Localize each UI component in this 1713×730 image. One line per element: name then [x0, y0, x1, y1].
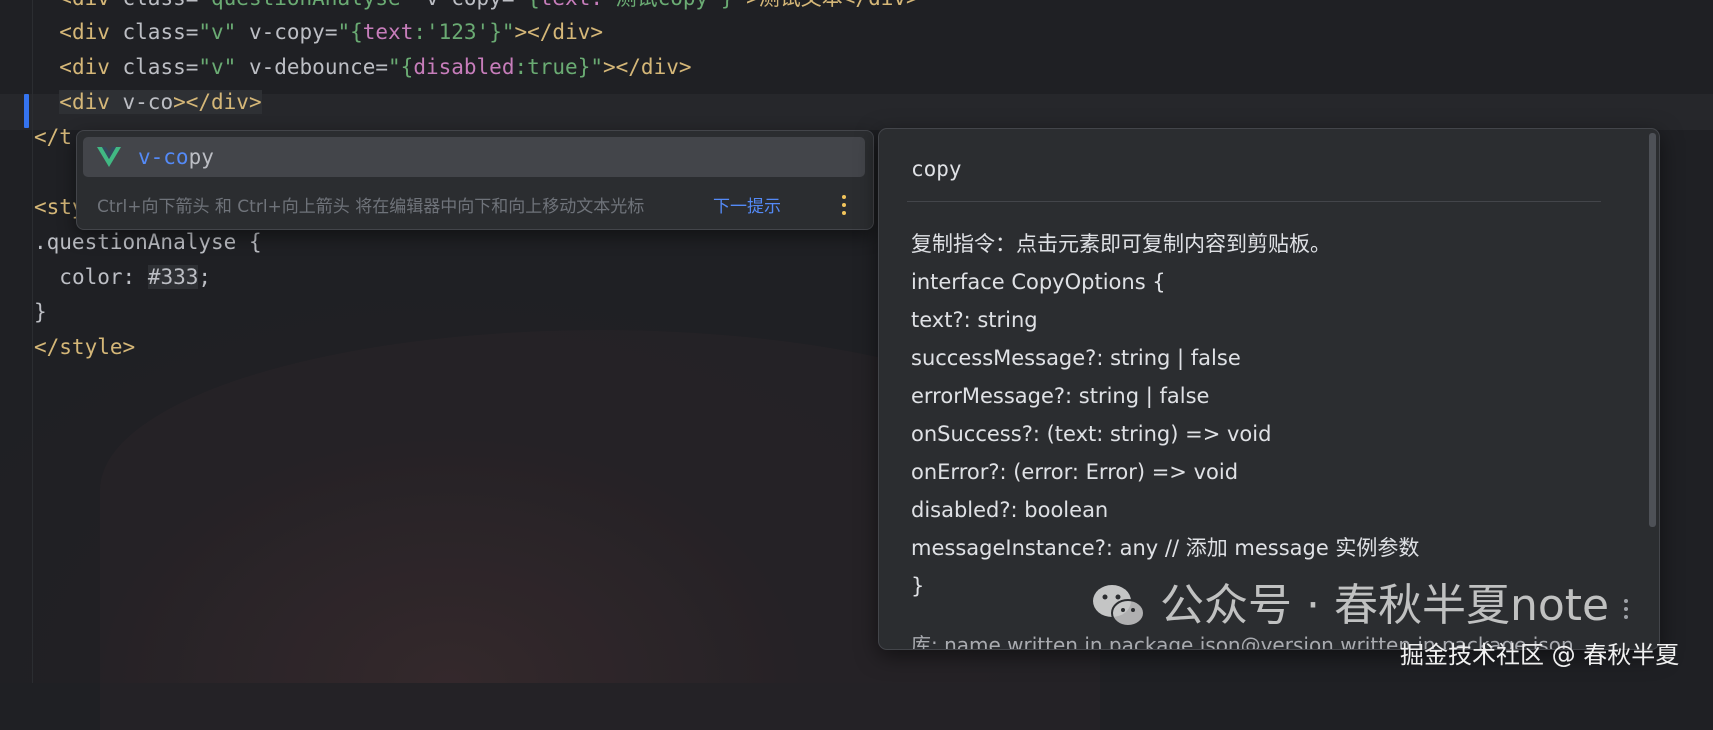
doc-line: } [911, 574, 925, 598]
code-token: class= [122, 55, 199, 79]
doc-more-icon[interactable] [1623, 599, 1629, 623]
gutter-divider [32, 0, 33, 683]
code-token: }" [721, 0, 746, 10]
completion-rest-text: py [188, 145, 214, 169]
doc-line: 复制指令：点击元素即可复制内容到剪贴板。 [911, 232, 1331, 256]
vue-icon [97, 147, 121, 167]
doc-line: onError?: (error: Error) => void [911, 460, 1239, 484]
code-token: "{ [337, 20, 363, 44]
code-token: ></div> [173, 90, 262, 114]
completion-item-label: v-copy [138, 137, 214, 177]
code-token: </style> [34, 335, 136, 359]
code-line[interactable]: <div class="v" v-copy="{text:'123'}"></d… [34, 14, 603, 50]
code-token: "{ [514, 0, 539, 10]
completion-match-text: v-co [138, 145, 189, 169]
code-token: <div [59, 20, 123, 44]
code-token: #333 [147, 265, 199, 289]
code-token: v-copy= [413, 0, 515, 10]
next-hint-link[interactable]: 下一提示 [713, 191, 781, 223]
code-token: color: [59, 265, 148, 289]
doc-line: messageInstance?: any // 添加 message 实例参数 [911, 536, 1420, 560]
code-token: <div [59, 0, 122, 10]
code-line[interactable]: <div v-co></div> [34, 84, 262, 120]
code-token: </t [34, 125, 72, 149]
code-token: class= [123, 0, 199, 10]
background-glow [0, 300, 1000, 683]
code-line[interactable]: <div class="v" v-debounce="{disabled:tru… [34, 49, 692, 85]
code-token: <div [59, 90, 123, 114]
code-token: v-copy= [236, 20, 338, 44]
completion-item-v-copy[interactable]: v-copy [83, 137, 865, 177]
doc-line: onSuccess?: (text: string) => void [911, 422, 1272, 446]
code-line[interactable]: } [34, 294, 47, 330]
code-line[interactable]: </t [34, 119, 72, 155]
code-token: v-co [122, 90, 174, 114]
documentation-popup: copy 复制指令：点击元素即可复制内容到剪贴板。 interface CopyO… [878, 128, 1660, 650]
code-token: ; [198, 265, 212, 289]
doc-scrollbar[interactable] [1649, 133, 1656, 527]
code-token: '测试copy' [603, 0, 721, 10]
code-token: text: [540, 0, 603, 10]
doc-line: interface CopyOptions { [911, 270, 1166, 294]
more-options-icon[interactable] [841, 195, 847, 219]
code-token: "v" [198, 20, 237, 44]
code-line[interactable]: color: #333; [34, 259, 211, 295]
code-token: ></div> [514, 20, 604, 44]
code-token: "v" [198, 55, 237, 79]
code-token: ></div> [603, 55, 692, 79]
code-token: class= [122, 20, 199, 44]
code-line[interactable]: </style> [34, 329, 135, 365]
doc-line: text?: string [911, 308, 1038, 332]
doc-line: disabled?: boolean [911, 498, 1109, 522]
doc-line: successMessage?: string | false [911, 346, 1241, 370]
code-token: v-debounce= [236, 55, 389, 79]
code-token: "{ [388, 55, 414, 79]
code-token: "questionAnalyse" [198, 0, 413, 10]
code-token: >测试文本</div> [746, 0, 919, 10]
completion-hint: Ctrl+向下箭头 和 Ctrl+向上箭头 将在编辑器中向下和向上移动文本光标 [97, 197, 645, 217]
doc-title: copy [911, 157, 962, 181]
doc-body: 复制指令：点击元素即可复制内容到剪贴板。 interface CopyOption… [911, 225, 1611, 605]
code-token: text [362, 20, 414, 44]
code-token: :'123'}" [413, 20, 515, 44]
code-token: } [34, 300, 47, 324]
doc-line: errorMessage?: string | false [911, 384, 1210, 408]
code-token: :true}" [514, 55, 603, 79]
completion-popup: v-copy Ctrl+向下箭头 和 Ctrl+向上箭头 将在编辑器中向下和向上… [76, 130, 874, 230]
code-token: .questionAnalyse [34, 230, 237, 254]
code-token: disabled [413, 55, 515, 79]
code-token: { [236, 230, 262, 254]
change-marker [24, 94, 29, 128]
doc-footer: 库: name written in package.json@version … [911, 633, 1574, 650]
code-token: <div [59, 55, 123, 79]
doc-divider [907, 201, 1601, 202]
